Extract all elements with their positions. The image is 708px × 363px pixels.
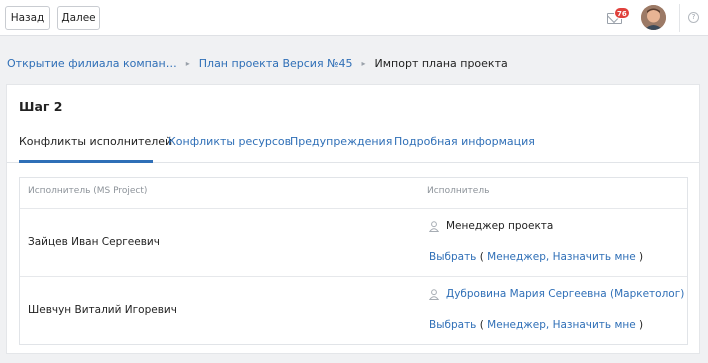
assign-actions: Выбрать ( Менеджер, Назначить мне ) xyxy=(429,319,643,331)
active-tab-indicator xyxy=(19,160,153,163)
breadcrumb-item-current: Импорт плана проекта xyxy=(374,56,508,70)
close-paren: ) xyxy=(639,251,644,263)
avatar-image xyxy=(641,5,666,30)
assign-actions: Выбрать ( Менеджер, Назначить мне ) xyxy=(429,251,643,263)
person-icon xyxy=(429,288,439,300)
assign-me-link[interactable]: Назначить мне xyxy=(553,319,636,331)
choose-link[interactable]: Выбрать xyxy=(429,251,476,263)
tab-assignee-conflicts[interactable]: Конфликты исполнителей xyxy=(19,135,172,148)
chevron-right-icon: ▸ xyxy=(185,58,190,68)
assign-me-link[interactable]: Назначить мне xyxy=(553,251,636,263)
column-header-assignee: Исполнитель xyxy=(427,186,490,196)
tab-bar: Конфликты исполнителей Конфликты ресурсо… xyxy=(7,129,699,163)
assignee-value: Дубровина Мария Сергеевна (Маркетолог) xyxy=(429,288,684,300)
tab-resource-conflicts[interactable]: Конфликты ресурсов xyxy=(168,135,291,148)
tab-warnings[interactable]: Предупреждения xyxy=(290,135,392,148)
chevron-right-icon: ▸ xyxy=(361,58,366,68)
ms-project-name: Зайцев Иван Сергеевич xyxy=(28,236,160,248)
toolbar-divider xyxy=(679,4,680,32)
tab-details[interactable]: Подробная информация xyxy=(394,135,535,148)
comma-separator: , xyxy=(545,319,550,331)
column-header-ms-project: Исполнитель (MS Project) xyxy=(28,186,148,196)
breadcrumb-item-branch[interactable]: Открытие филиала компан… xyxy=(7,57,177,70)
assignee-value: Менеджер проекта xyxy=(429,220,553,232)
breadcrumb: Открытие филиала компан… ▸ План проекта … xyxy=(7,55,508,71)
manager-link[interactable]: Менеджер xyxy=(487,251,546,263)
notification-badge: 76 xyxy=(614,7,630,19)
page-title: Шаг 2 xyxy=(19,99,63,114)
manager-link[interactable]: Менеджер xyxy=(487,319,546,331)
row-divider xyxy=(20,208,687,209)
avatar[interactable] xyxy=(641,5,666,30)
open-paren: ( xyxy=(479,251,484,263)
close-paren: ) xyxy=(639,319,644,331)
conflicts-table: Исполнитель (MS Project) Исполнитель Зай… xyxy=(19,177,688,345)
open-paren: ( xyxy=(479,319,484,331)
breadcrumb-item-project-plan[interactable]: План проекта Версия №45 xyxy=(199,57,353,70)
back-button[interactable]: Назад xyxy=(5,6,50,30)
help-icon[interactable]: ? xyxy=(688,12,699,23)
ms-project-name: Шевчун Виталий Игоревич xyxy=(28,304,177,316)
person-icon xyxy=(429,220,439,232)
comma-separator: , xyxy=(545,251,550,263)
top-toolbar: Назад Далее 76 ? xyxy=(0,0,708,36)
choose-link[interactable]: Выбрать xyxy=(429,319,476,331)
assignee-name-link[interactable]: Дубровина Мария Сергеевна (Маркетолог) xyxy=(446,288,684,300)
assignee-name: Менеджер проекта xyxy=(446,220,554,232)
import-step-card: Шаг 2 Конфликты исполнителей Конфликты р… xyxy=(6,84,700,354)
row-divider xyxy=(20,276,687,277)
next-button[interactable]: Далее xyxy=(57,6,100,30)
